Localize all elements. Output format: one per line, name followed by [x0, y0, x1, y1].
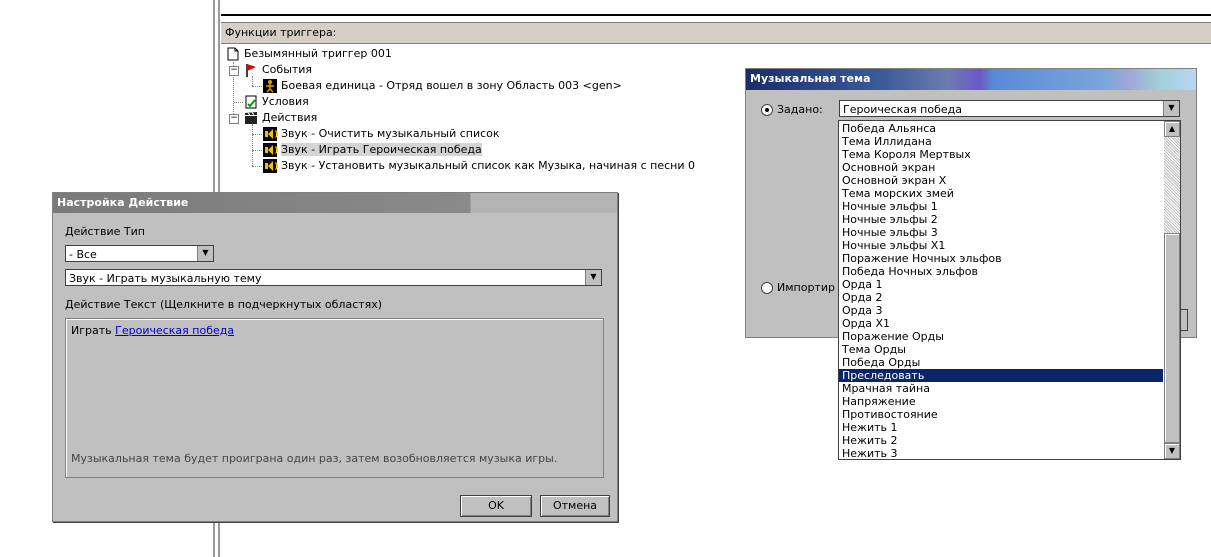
- conditions-icon: [245, 95, 257, 109]
- tree-action-item-1[interactable]: Звук - Играть Героическая победа: [263, 142, 482, 158]
- sound-icon: [263, 127, 278, 141]
- chevron-down-icon[interactable]: ▼: [585, 270, 601, 285]
- sound-icon: [263, 159, 278, 173]
- events-label: События: [262, 63, 313, 76]
- action-text-panel: Играть Героическая победа Музыкальная те…: [65, 318, 604, 478]
- music-option[interactable]: Мрачная тайна: [842, 382, 930, 395]
- music-option[interactable]: Ночные эльфы 3: [842, 226, 938, 239]
- clapper-icon: [245, 112, 257, 124]
- action-item-label: Звук - Очистить музыкальный список: [281, 127, 500, 140]
- tree-line: [252, 86, 262, 87]
- music-option[interactable]: Поражение Орды: [842, 330, 944, 343]
- action-item-label: Звук - Установить музыкальный список как…: [281, 159, 696, 172]
- music-theme-link[interactable]: Героическая победа: [115, 324, 234, 337]
- preset-radio-label: Задано:: [777, 103, 823, 116]
- music-option[interactable]: Тема Орды: [842, 343, 906, 356]
- preset-radio[interactable]: [761, 104, 773, 116]
- music-option[interactable]: Орда 3: [842, 304, 882, 317]
- header-label: Функции триггера:: [225, 26, 337, 39]
- action-hint: Музыкальная тема будет проиграна один ра…: [71, 452, 558, 465]
- actions-label: Действия: [262, 111, 318, 124]
- music-dropdown-list[interactable]: Победа Альянса Тема Иллидана Тема Короля М…: [838, 120, 1181, 460]
- event-item-label: Боевая единица - Отряд вошел в зону Обла…: [281, 79, 622, 92]
- tree-line: [252, 124, 253, 166]
- chevron-down-icon[interactable]: ▼: [1163, 101, 1179, 116]
- action-type-label: Действие Тип: [65, 225, 145, 238]
- music-option[interactable]: Победа Альянса: [842, 122, 936, 135]
- tree-actions[interactable]: Действия: [244, 110, 317, 126]
- music-option[interactable]: Ночные эльфы 1: [842, 200, 938, 213]
- music-select-value: Героическая победа: [843, 103, 962, 116]
- music-option[interactable]: Нежить 2: [842, 434, 897, 447]
- music-option[interactable]: Победа Орды: [842, 356, 920, 369]
- import-radio[interactable]: [761, 282, 773, 294]
- music-option[interactable]: Основной экран X: [842, 174, 946, 187]
- conditions-label: Условия: [262, 95, 309, 108]
- action-text-prefix: Играть: [71, 324, 112, 337]
- document-icon: [227, 47, 239, 61]
- music-option[interactable]: Орда 1: [842, 278, 882, 291]
- scroll-up-icon[interactable]: ▲: [1164, 121, 1180, 137]
- dialog-title: Настройка Действие: [57, 196, 189, 209]
- collapse-events-icon[interactable]: −: [229, 66, 239, 76]
- tree-event-item[interactable]: Боевая единица - Отряд вошел в зону Обла…: [263, 78, 622, 94]
- music-option[interactable]: Поражение Ночных эльфов: [842, 252, 1002, 265]
- music-option[interactable]: Орда 2: [842, 291, 882, 304]
- music-option[interactable]: Ночные эльфы X1: [842, 239, 945, 252]
- music-option[interactable]: Нежить 1: [842, 421, 897, 434]
- tree-line: [234, 102, 243, 103]
- scroll-down-icon[interactable]: ▼: [1164, 443, 1180, 459]
- flag-icon: [246, 64, 256, 77]
- scroll-thumb[interactable]: [1164, 233, 1180, 443]
- tree-root[interactable]: Безымянный триггер 001: [226, 46, 392, 62]
- dropdown-scrollbar[interactable]: ▲ ▼: [1164, 121, 1180, 459]
- action-item-label-selected: Звук - Играть Героическая победа: [281, 143, 482, 156]
- action-value: Звук - Играть музыкальную тему: [69, 272, 262, 285]
- tree-conditions[interactable]: Условия: [244, 94, 309, 110]
- music-option[interactable]: Победа Ночных эльфов: [842, 265, 978, 278]
- tree-line: [252, 150, 262, 151]
- trigger-functions-header: Функции триггера:: [221, 22, 1211, 44]
- unit-icon: [263, 79, 277, 93]
- hidden-button-edge: [1180, 309, 1188, 331]
- music-option[interactable]: Противостояние: [842, 408, 938, 421]
- action-type-value: - Все: [69, 248, 97, 261]
- music-option[interactable]: Напряжение: [842, 395, 916, 408]
- action-type-select[interactable]: - Все ▼: [65, 245, 214, 262]
- dialog-titlebar[interactable]: Настройка Действие: [53, 193, 617, 213]
- music-option[interactable]: Ночные эльфы 2: [842, 213, 938, 226]
- music-option[interactable]: Тема морских змей: [842, 187, 954, 200]
- action-text-line: Играть Героическая победа: [71, 324, 234, 337]
- tree-action-item-0[interactable]: Звук - Очистить музыкальный список: [263, 126, 500, 142]
- action-config-dialog: Настройка Действие Действие Тип - Все ▼ …: [52, 192, 618, 522]
- sound-icon: [263, 143, 278, 157]
- tree-line: [252, 76, 253, 86]
- action-select[interactable]: Звук - Играть музыкальную тему ▼: [65, 269, 602, 286]
- action-text-label: Действие Текст (Щелкните в подчеркнутых …: [65, 298, 383, 311]
- music-select[interactable]: Героическая победа ▼: [839, 100, 1180, 117]
- import-radio-label: Импортир: [777, 281, 835, 294]
- editor-top-border: [221, 14, 1211, 16]
- music-option-highlighted[interactable]: Преследовать: [839, 369, 1163, 382]
- music-option[interactable]: Орда X1: [842, 317, 890, 330]
- chevron-down-icon[interactable]: ▼: [197, 246, 213, 261]
- music-option[interactable]: Нежить 3: [842, 447, 897, 459]
- tree-line: [252, 134, 262, 135]
- music-option[interactable]: Тема Иллидана: [842, 135, 932, 148]
- tree-root-label: Безымянный триггер 001: [244, 47, 392, 60]
- music-option[interactable]: Тема Короля Мертвых: [842, 148, 971, 161]
- music-dialog-titlebar[interactable]: Музыкальная тема: [746, 69, 1196, 90]
- ok-button[interactable]: OK: [460, 495, 532, 517]
- collapse-actions-icon[interactable]: −: [229, 114, 239, 124]
- music-dialog-title: Музыкальная тема: [750, 72, 871, 85]
- tree-line: [252, 166, 262, 167]
- tree-action-item-2[interactable]: Звук - Установить музыкальный список как…: [263, 158, 695, 174]
- music-option[interactable]: Основной экран: [842, 161, 935, 174]
- cancel-button[interactable]: Отмена: [540, 495, 610, 517]
- tree-events[interactable]: События: [244, 62, 312, 78]
